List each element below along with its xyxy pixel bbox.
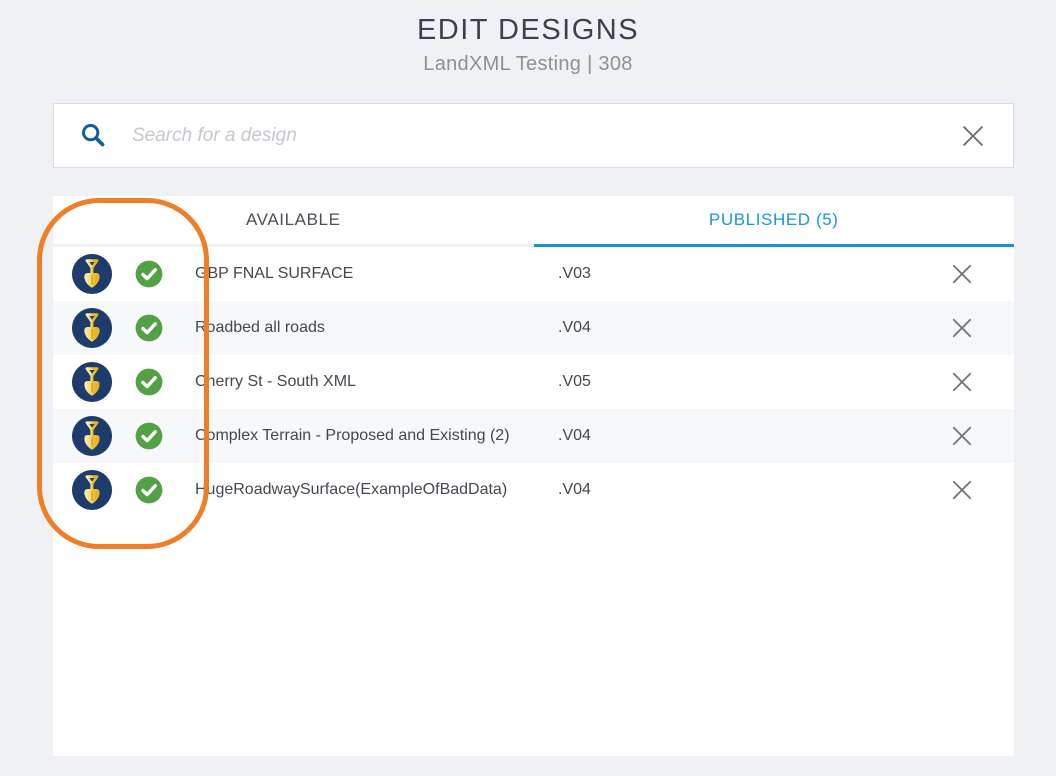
design-name: Cherry St - South XML xyxy=(195,373,356,390)
dialog-header: EDIT DESIGNS LandXML Testing | 308 xyxy=(0,14,1056,76)
design-name: Complex Terrain - Proposed and Existing … xyxy=(195,427,510,444)
remove-design-button[interactable] xyxy=(948,314,976,342)
remove-design-button[interactable] xyxy=(948,422,976,450)
shovel-icon xyxy=(71,469,113,511)
published-check-icon xyxy=(135,368,163,396)
remove-design-button[interactable] xyxy=(948,368,976,396)
design-name: HugeRoadwaySurface(ExampleOfBadData) xyxy=(195,481,508,498)
published-check-icon xyxy=(135,260,163,288)
design-version: .V05 xyxy=(558,373,591,390)
search-input[interactable] xyxy=(132,104,957,167)
close-icon xyxy=(950,262,974,286)
remove-design-button[interactable] xyxy=(948,260,976,288)
tab-available[interactable]: AVAILABLE xyxy=(53,196,534,247)
clear-search-button[interactable] xyxy=(957,120,989,152)
design-name: GBP FNAL SURFACE xyxy=(195,265,354,282)
design-version: .V04 xyxy=(558,481,591,498)
page-subtitle: LandXML Testing | 308 xyxy=(423,53,633,75)
search-bar xyxy=(53,103,1014,168)
published-check-icon xyxy=(135,314,163,342)
shovel-icon xyxy=(71,415,113,457)
tab-bar: AVAILABLE PUBLISHED (5) xyxy=(53,196,1014,247)
close-icon xyxy=(950,424,974,448)
tab-published[interactable]: PUBLISHED (5) xyxy=(533,196,1014,247)
design-version: .V03 xyxy=(558,265,591,282)
shovel-icon xyxy=(71,307,113,349)
design-row[interactable]: Cherry St - South XML .V05 xyxy=(53,355,1014,409)
design-version: .V04 xyxy=(558,319,591,336)
page-title: EDIT DESIGNS xyxy=(416,14,640,46)
close-icon xyxy=(950,370,974,394)
design-row[interactable]: Complex Terrain - Proposed and Existing … xyxy=(53,409,1014,463)
close-icon xyxy=(960,123,986,149)
close-icon xyxy=(950,478,974,502)
shovel-icon xyxy=(71,361,113,403)
published-check-icon xyxy=(135,476,163,504)
design-version: .V04 xyxy=(558,427,591,444)
design-row[interactable]: Roadbed all roads .V04 xyxy=(53,301,1014,355)
search-icon xyxy=(81,123,106,148)
design-name: Roadbed all roads xyxy=(195,319,325,336)
design-row[interactable]: HugeRoadwaySurface(ExampleOfBadData) .V0… xyxy=(53,463,1014,517)
remove-design-button[interactable] xyxy=(948,476,976,504)
design-list: GBP FNAL SURFACE .V03 Roadbed all roads … xyxy=(53,247,1014,517)
design-row[interactable]: GBP FNAL SURFACE .V03 xyxy=(53,247,1014,301)
designs-panel: AVAILABLE PUBLISHED (5) GBP FNAL SURFACE… xyxy=(53,196,1014,756)
published-check-icon xyxy=(135,422,163,450)
edit-designs-dialog: EDIT DESIGNS LandXML Testing | 308 AVAIL… xyxy=(0,0,1056,776)
shovel-icon xyxy=(71,253,113,295)
close-icon xyxy=(950,316,974,340)
